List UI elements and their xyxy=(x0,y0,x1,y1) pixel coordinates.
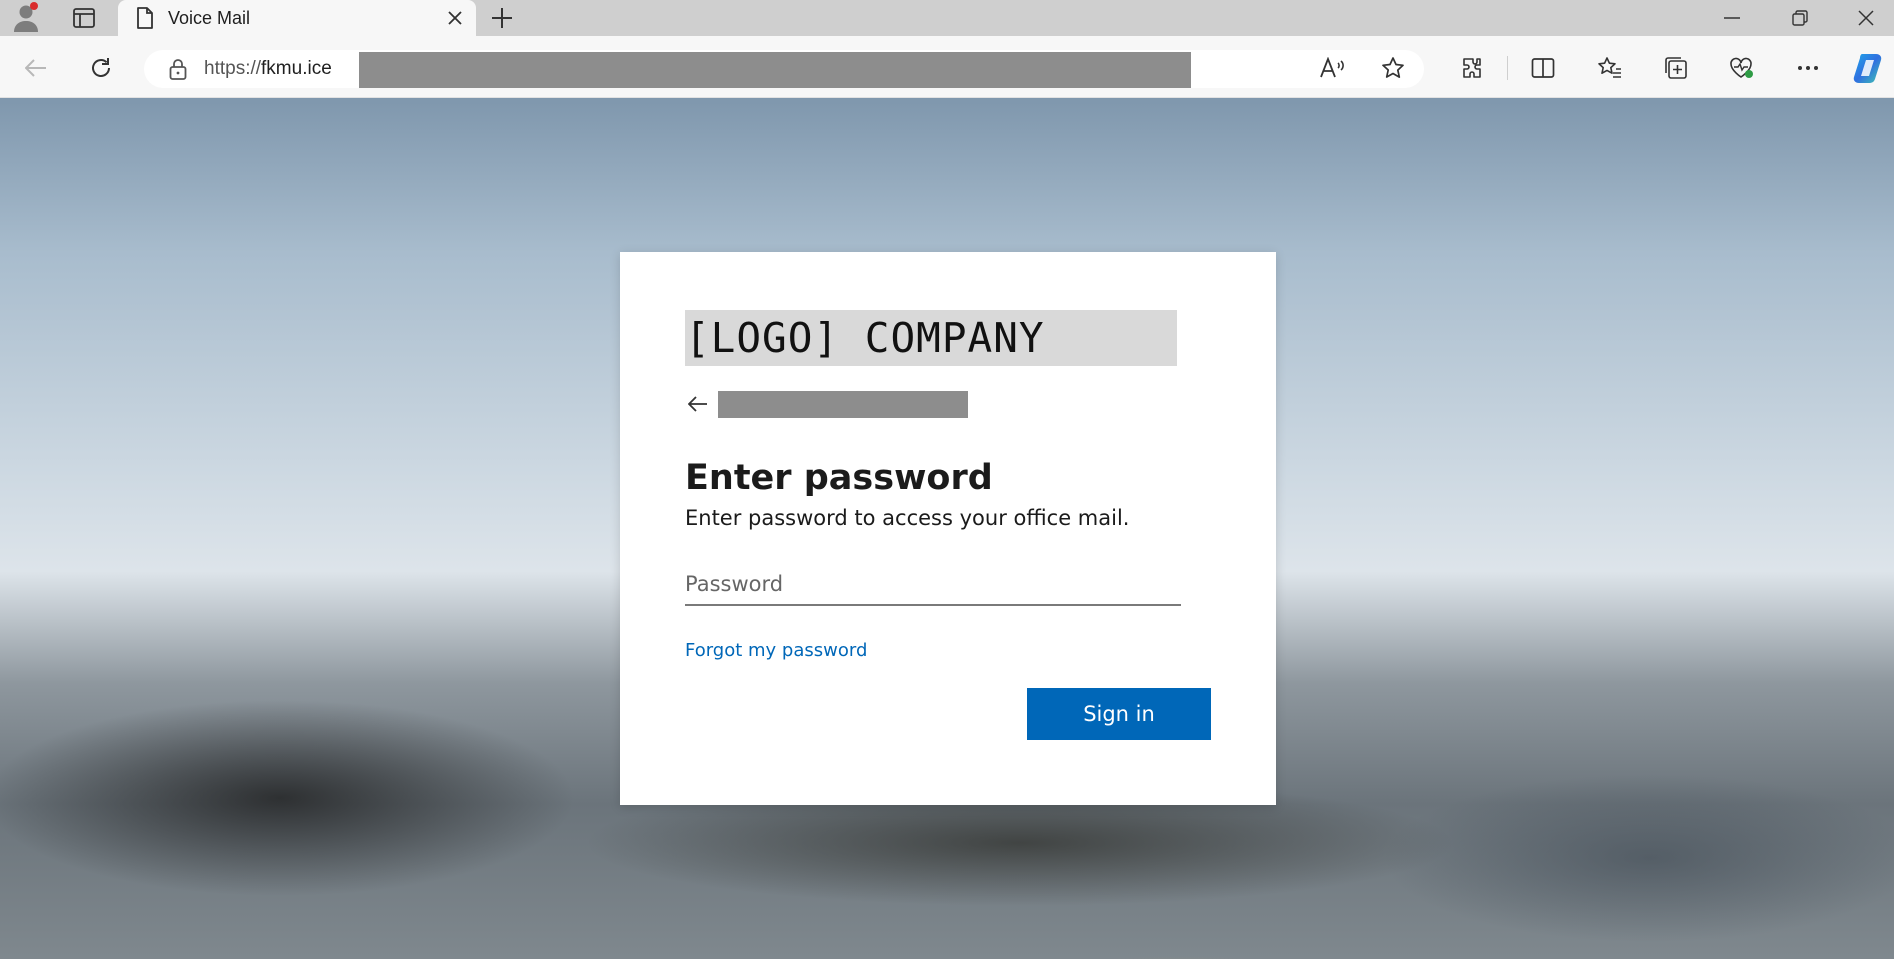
close-tab-icon[interactable] xyxy=(440,3,470,33)
lock-icon[interactable] xyxy=(166,57,190,81)
favorite-star-icon[interactable] xyxy=(1375,50,1411,86)
signin-card: [LOGO] COMPANY Enter password Enter pass… xyxy=(620,252,1276,805)
browser-titlebar: Voice Mail xyxy=(0,0,1894,36)
new-tab-icon[interactable] xyxy=(482,0,522,36)
forgot-password-link[interactable]: Forgot my password xyxy=(685,640,867,661)
more-options-icon[interactable] xyxy=(1790,50,1826,86)
notification-dot-icon xyxy=(30,2,38,10)
sign-in-button[interactable]: Sign in xyxy=(1027,688,1211,740)
tab-voice-mail[interactable]: Voice Mail xyxy=(118,0,476,36)
toolbar-divider xyxy=(1507,56,1508,80)
password-field[interactable] xyxy=(685,564,1181,606)
profile-icon[interactable] xyxy=(6,0,46,36)
browser-essentials-icon[interactable] xyxy=(1724,50,1760,86)
collections-icon[interactable] xyxy=(1658,50,1694,86)
back-row xyxy=(685,390,711,418)
split-screen-icon[interactable] xyxy=(1525,50,1561,86)
extensions-icon[interactable] xyxy=(1454,50,1490,86)
page-background: [LOGO] COMPANY Enter password Enter pass… xyxy=(0,98,1894,959)
logo-text: [LOGO] COMPANY xyxy=(685,314,1045,362)
back-icon[interactable] xyxy=(18,50,54,86)
url-text: https://fkmu.ice xyxy=(204,58,332,80)
page-title: Enter password xyxy=(685,458,993,498)
redacted-url-block xyxy=(359,52,1191,88)
tab-actions-icon[interactable] xyxy=(64,0,104,36)
window-close-icon[interactable] xyxy=(1838,0,1894,36)
copilot-icon[interactable] xyxy=(1851,50,1887,86)
read-aloud-icon[interactable] xyxy=(1314,50,1350,86)
reload-icon[interactable] xyxy=(83,50,119,86)
back-arrow-icon[interactable] xyxy=(685,391,711,417)
url-prefix: https:// xyxy=(204,58,262,79)
redacted-email-block xyxy=(718,391,968,418)
document-icon xyxy=(134,7,156,29)
tab-title: Voice Mail xyxy=(168,7,251,28)
company-logo: [LOGO] COMPANY xyxy=(685,310,1177,366)
url-host: fkmu.ice xyxy=(261,58,332,79)
minimize-icon[interactable] xyxy=(1704,0,1760,36)
instruction-text: Enter password to access your office mai… xyxy=(685,506,1130,530)
restore-icon[interactable] xyxy=(1772,0,1828,36)
favorites-list-icon[interactable] xyxy=(1592,50,1628,86)
